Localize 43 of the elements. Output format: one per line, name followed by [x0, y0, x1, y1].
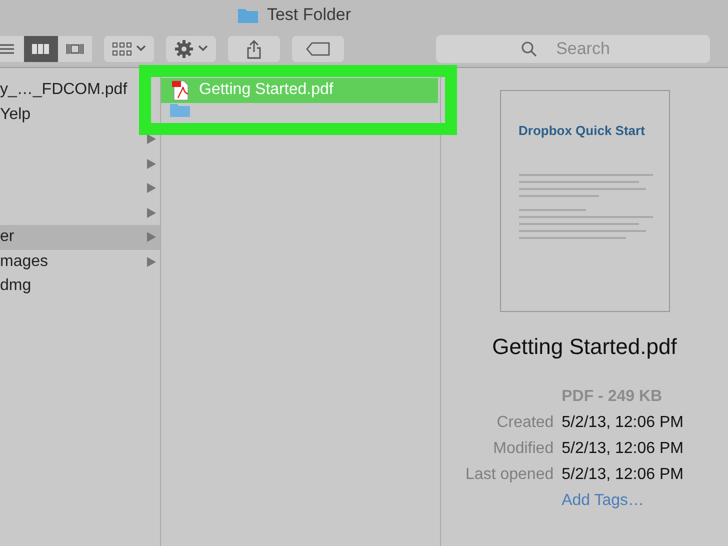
- item-name: Yelp: [0, 104, 32, 125]
- document-title: Dropbox Quick Start: [518, 122, 646, 140]
- disclosure-arrow-icon: [147, 158, 156, 169]
- search-field[interactable]: Search: [436, 34, 710, 62]
- window-title: Test Folder: [266, 4, 352, 26]
- file-row[interactable]: Yelp: [0, 102, 160, 127]
- folder-row[interactable]: er: [0, 225, 160, 250]
- folder-icon: [236, 6, 259, 24]
- grid-icon: [112, 40, 132, 56]
- disclosure-arrow-icon: [147, 232, 156, 242]
- disclosure-arrow-icon: [147, 183, 156, 194]
- search-icon: [521, 40, 537, 56]
- file-kind-size: PDF - 249 KB: [562, 387, 664, 407]
- arrange-button[interactable]: [104, 36, 154, 62]
- file-row[interactable]: y_…_FDCOM.pdf: [0, 78, 160, 102]
- item-name: mages: [0, 252, 50, 272]
- file-row[interactable]: dmg: [0, 274, 160, 298]
- info-label: Modified: [492, 439, 554, 459]
- item-name: dmg: [0, 276, 32, 296]
- action-button[interactable]: [166, 36, 216, 62]
- disclosure-arrow-icon: [147, 256, 156, 267]
- share-icon: [246, 38, 262, 58]
- caret-icon: [198, 45, 208, 52]
- info-label: Last opened: [466, 465, 554, 485]
- view-mode-button[interactable]: [0, 36, 24, 62]
- pdf-file-icon: [169, 79, 191, 102]
- item-name: Getting Started.pdf: [199, 80, 334, 100]
- info-value: 5/2/13, 12:06 PM: [562, 413, 684, 433]
- folder-row[interactable]: mages: [0, 250, 160, 274]
- view-mode-button[interactable]: [24, 36, 58, 62]
- tag-icon: [306, 42, 330, 56]
- disclosure-arrow-icon: [147, 134, 156, 144]
- file-name: Getting Started.pdf: [492, 333, 677, 361]
- item-name: er: [0, 227, 16, 248]
- info-value: 5/2/13, 12:06 PM: [562, 465, 684, 485]
- tag-button[interactable]: [292, 36, 344, 62]
- view-mode-button[interactable]: [58, 36, 92, 62]
- info-value: 5/2/13, 12:06 PM: [562, 439, 684, 459]
- info-label: Created: [496, 413, 554, 433]
- item-name: y_…_FDCOM.pdf: [0, 80, 128, 100]
- share-button[interactable]: [228, 36, 280, 62]
- gear-icon: [174, 38, 194, 58]
- caret-icon: [136, 45, 146, 52]
